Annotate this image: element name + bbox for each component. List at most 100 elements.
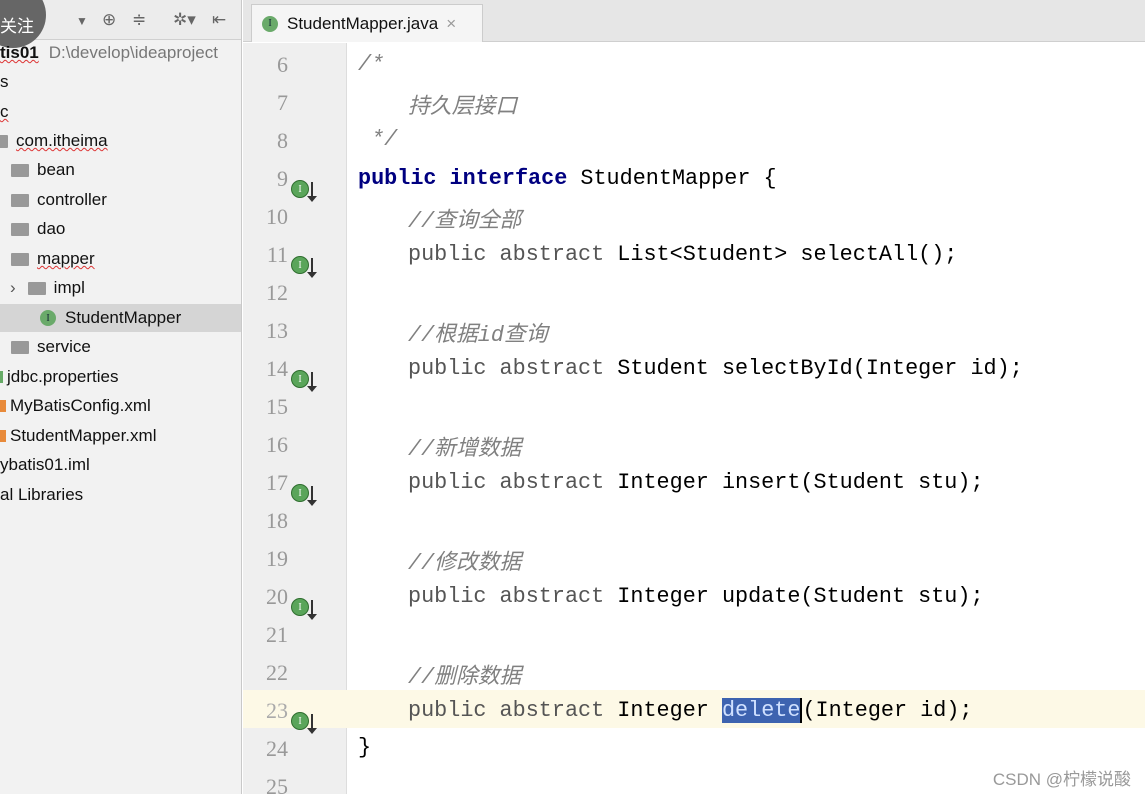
gear-icon[interactable]: ✲▾ <box>173 10 196 30</box>
implemented-gutter-icon[interactable]: I <box>291 256 317 280</box>
item-label: service <box>37 337 91 356</box>
package-icon <box>0 134 8 148</box>
project-path: D:\develop\ideaproject <box>48 43 218 62</box>
selected-text[interactable]: delete <box>721 698 803 723</box>
item-label: controller <box>37 190 107 209</box>
item-label: com.itheima <box>16 131 108 150</box>
project-root[interactable]: tis01 D:\develop\ideaproject <box>0 39 218 67</box>
project-toolbar: 关注 ▼ ⊕ ≑ ✲▾ ⇤ <box>0 0 241 48</box>
code-line-14: public abstract Student selectById(Integ… <box>408 356 1023 381</box>
line-number: 12 <box>266 280 288 305</box>
code-line-9: public interface StudentMapper { <box>358 166 777 191</box>
line-number: 24 <box>266 736 288 761</box>
code-line-11: public abstract List<Student> selectAll(… <box>408 242 957 267</box>
item-label: dao <box>37 219 66 238</box>
modifier: public abstract <box>408 470 605 495</box>
comment-line: //修改数据 <box>408 551 522 576</box>
tree-item-impl[interactable]: › impl <box>10 274 85 302</box>
line-number: 23 <box>266 698 288 723</box>
comment-close: */ <box>358 127 398 152</box>
return-type: Integer <box>604 698 722 723</box>
line-number: 6 <box>277 52 288 77</box>
line-number: 13 <box>266 318 288 343</box>
method-sig: List<Student> selectAll(); <box>604 242 958 267</box>
params: (Integer id); <box>802 698 973 723</box>
tree-item-iml[interactable]: ybatis01.iml <box>0 451 90 479</box>
hide-icon[interactable]: ⇤ <box>212 10 226 30</box>
method-sig: Integer update(Student stu); <box>604 584 984 609</box>
properties-icon <box>0 371 3 383</box>
keyword: public interface <box>358 166 568 191</box>
tree-item-service[interactable]: service <box>11 333 91 361</box>
line-number: 21 <box>266 622 288 647</box>
tree-item-studentmapper[interactable]: I StudentMapper <box>0 304 241 332</box>
line-number: 17 <box>266 470 288 495</box>
tree-item-com-itheima[interactable]: com.itheima <box>0 127 108 155</box>
tree-item-jdbc[interactable]: jdbc.properties <box>0 363 119 391</box>
item-label: s <box>0 72 9 91</box>
item-label: ybatis01.iml <box>0 455 90 474</box>
watermark: CSDN @柠檬说酸 <box>992 770 1131 789</box>
tree-item-studentmapper-xml[interactable]: StudentMapper.xml <box>0 422 156 450</box>
implemented-gutter-icon[interactable]: I <box>291 712 317 736</box>
line-number: 19 <box>266 546 288 571</box>
xml-icon <box>0 400 6 412</box>
line-number: 15 <box>266 394 288 419</box>
xml-icon <box>0 430 6 442</box>
folder-icon <box>11 193 29 207</box>
line-number: 25 <box>266 774 288 799</box>
implemented-gutter-icon[interactable]: I <box>291 598 317 622</box>
project-sidebar: 关注 ▼ ⊕ ≑ ✲▾ ⇤ tis01 D:\develop\ideaprojec… <box>0 0 242 794</box>
tree-item-libraries[interactable]: al Libraries <box>0 481 83 509</box>
locate-icon[interactable]: ⊕ <box>102 10 116 30</box>
modifier: public abstract <box>408 242 605 267</box>
interface-name: StudentMapper { <box>567 166 777 191</box>
tree-item-mapper[interactable]: mapper <box>11 245 95 273</box>
code-line-23: public abstract Integer delete(Integer i… <box>408 698 972 723</box>
comment-line: //新增数据 <box>408 437 522 462</box>
line-number: 9 <box>277 166 288 191</box>
editor-tabs: I StudentMapper.java × <box>243 0 1145 42</box>
tree-item[interactable]: s <box>0 68 9 96</box>
folder-icon <box>27 281 46 295</box>
item-label: bean <box>37 160 75 179</box>
folder-icon <box>11 222 29 236</box>
line-number: 8 <box>277 128 288 153</box>
implemented-gutter-icon[interactable]: I <box>291 370 317 394</box>
tree-item-bean[interactable]: bean <box>11 156 75 184</box>
chevron-right-icon[interactable]: › <box>10 278 16 298</box>
folder-icon <box>11 340 29 354</box>
code-line-20: public abstract Integer update(Student s… <box>408 584 984 609</box>
implemented-gutter-icon[interactable]: I <box>291 484 317 508</box>
method-sig: Integer insert(Student stu); <box>604 470 984 495</box>
comment-line: //查询全部 <box>408 209 522 234</box>
tab-studentmapper-java[interactable]: I StudentMapper.java × <box>251 4 483 42</box>
folder-icon <box>11 252 29 266</box>
close-icon[interactable]: × <box>446 14 456 34</box>
project-name: tis01 <box>0 43 39 62</box>
collapse-icon[interactable]: ≑ <box>132 10 146 30</box>
item-label: impl <box>53 278 85 297</box>
item-label: jdbc.properties <box>7 367 119 386</box>
item-label: c <box>0 102 9 121</box>
item-label: mapper <box>37 249 95 268</box>
interface-icon: I <box>262 15 278 32</box>
comment-line: //根据id查询 <box>408 323 548 348</box>
line-number: 20 <box>266 584 288 609</box>
tree-item[interactable]: c <box>0 98 9 126</box>
line-number: 7 <box>277 90 288 115</box>
implemented-gutter-icon[interactable]: I <box>291 180 317 204</box>
tree-item-controller[interactable]: controller <box>11 186 107 214</box>
method-sig: Student selectById(Integer id); <box>604 356 1023 381</box>
item-label: al Libraries <box>0 485 84 504</box>
modifier: public abstract <box>408 698 605 723</box>
tree-item-mybatisconfig[interactable]: MyBatisConfig.xml <box>0 392 151 420</box>
dropdown-icon[interactable]: ▼ <box>76 14 88 28</box>
line-number: 16 <box>266 432 288 457</box>
modifier: public abstract <box>408 356 605 381</box>
tree-item-dao[interactable]: dao <box>11 215 65 243</box>
item-label: MyBatisConfig.xml <box>10 396 151 415</box>
line-number: 22 <box>266 660 288 685</box>
item-label: StudentMapper.xml <box>10 426 157 445</box>
item-label: StudentMapper <box>65 308 182 327</box>
